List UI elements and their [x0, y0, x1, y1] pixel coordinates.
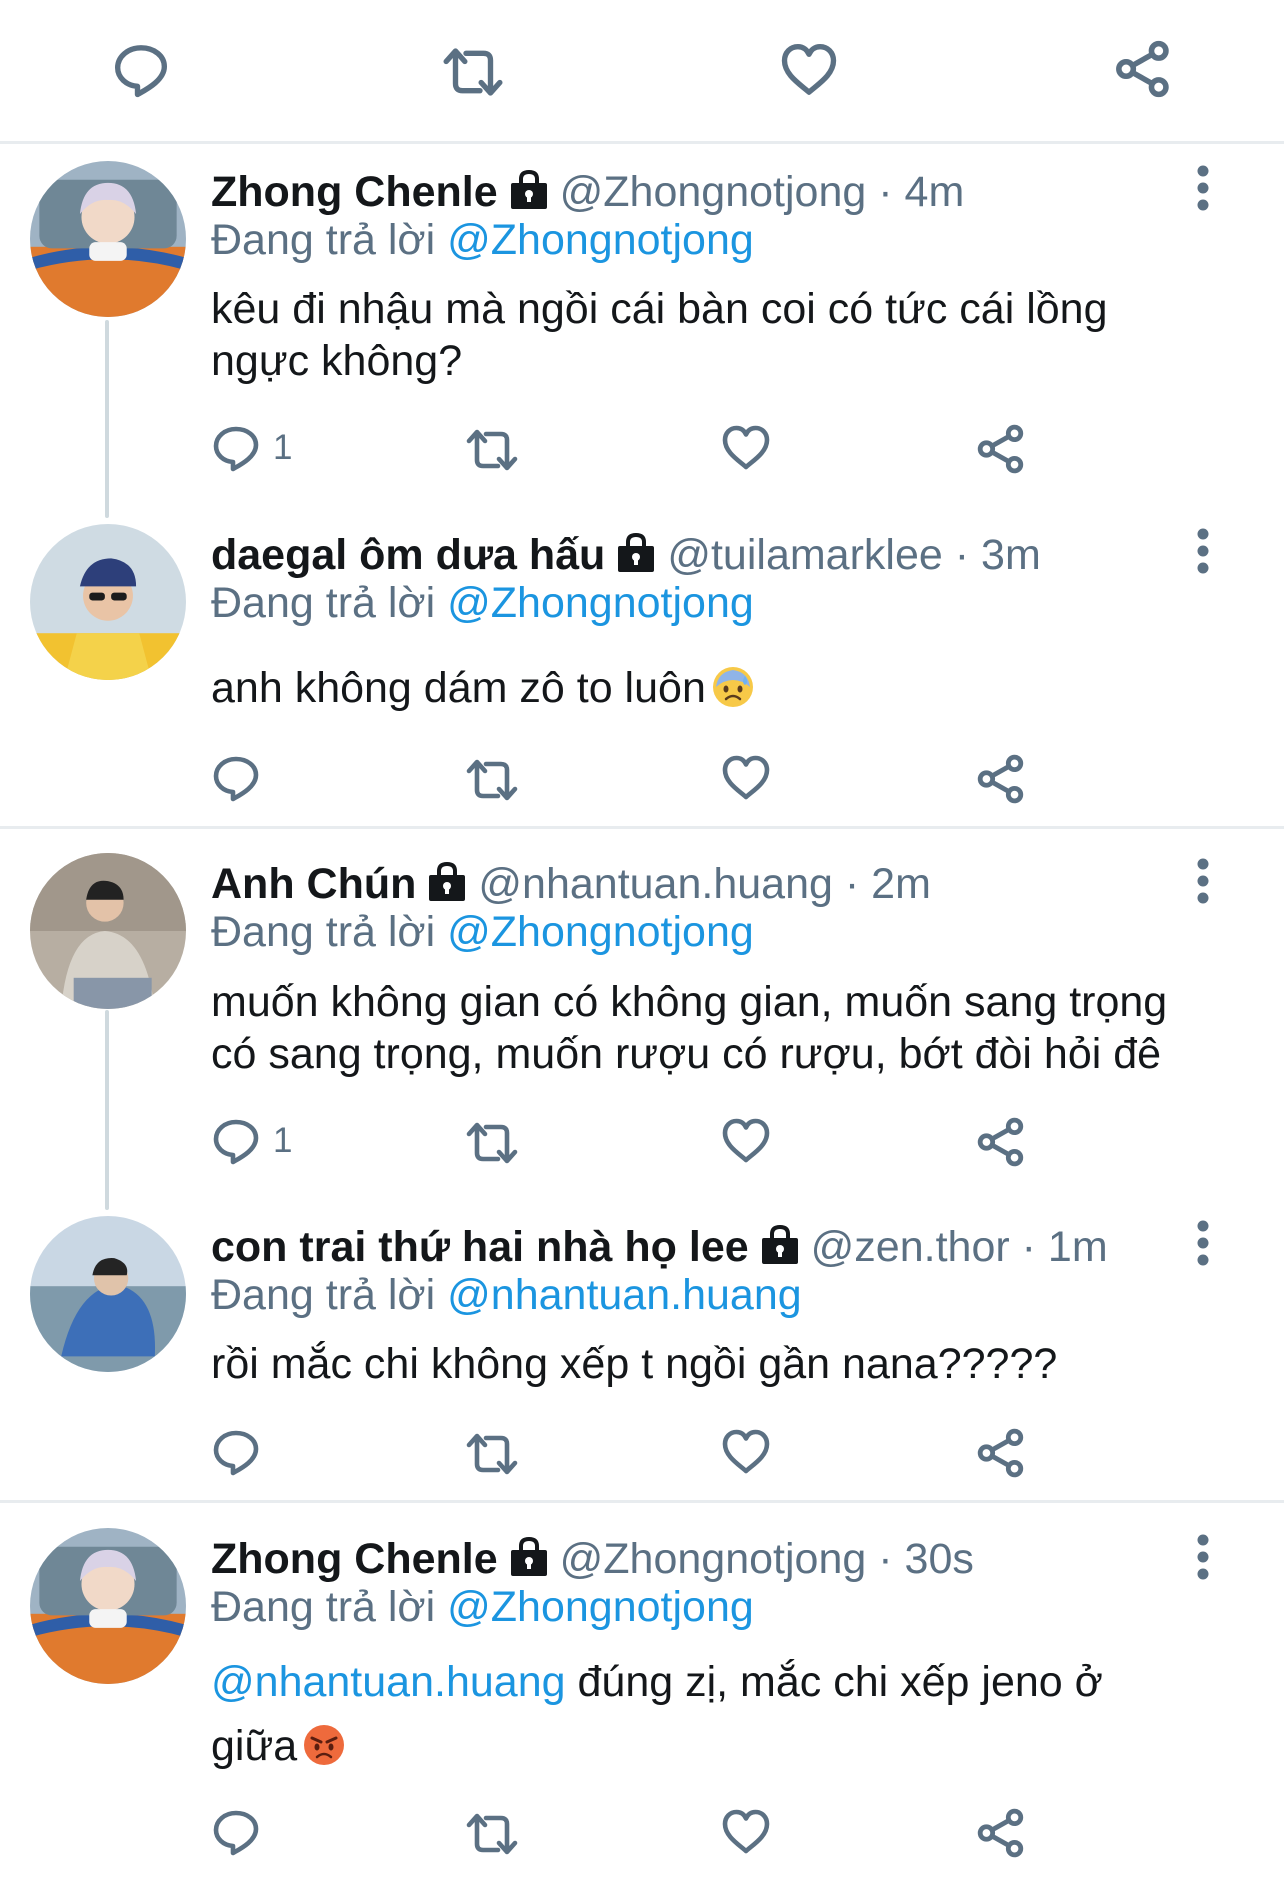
display-name[interactable]: Zhong Chenle — [211, 1535, 498, 1583]
reply-icon[interactable] — [212, 754, 260, 802]
separator-dot: · — [1021, 1223, 1036, 1271]
like-icon[interactable] — [722, 1117, 770, 1165]
display-name[interactable]: con trai thứ hai nhà họ lee — [211, 1223, 749, 1271]
share-icon[interactable] — [976, 1117, 1026, 1167]
replying-label: Đang trả lời — [211, 908, 436, 956]
lock-icon — [510, 1537, 548, 1577]
thread-line — [105, 320, 109, 518]
reply-icon[interactable] — [212, 1428, 260, 1476]
retweet-icon[interactable] — [440, 44, 506, 100]
reply-mention-link[interactable]: @Zhongnotjong — [447, 908, 754, 956]
divider — [0, 141, 1284, 144]
tweet-text: đúng zị, mắc chi xếp jeno ở — [577, 1658, 1103, 1706]
replying-to: Đang trả lời @Zhongnotjong — [211, 577, 754, 629]
lock-icon — [510, 170, 548, 210]
handle[interactable]: @zen.thor — [811, 1223, 1010, 1271]
tweet-header: Zhong Chenle @Zhongnotjong · 30s — [211, 1533, 974, 1585]
separator-dot: · — [954, 531, 970, 579]
lock-icon — [428, 862, 466, 902]
tweet-text: kêu đi nhậu mà ngồi cái bàn coi có tức c… — [211, 285, 1108, 385]
share-icon[interactable] — [976, 1808, 1026, 1858]
separator-dot: · — [878, 1535, 893, 1583]
replying-to: Đang trả lời @nhantuan.huang — [211, 1269, 802, 1321]
divider — [0, 826, 1284, 829]
tweet-header: Anh Chún @nhantuan.huang · 2m — [211, 858, 931, 910]
avatar[interactable] — [30, 524, 186, 680]
handle[interactable]: @tuilamarklee — [667, 531, 942, 579]
tweet-text: rồi mắc chi không xếp t ngồi gần nana???… — [211, 1340, 1058, 1388]
retweet-icon[interactable] — [464, 1119, 520, 1167]
more-options-icon[interactable] — [1196, 858, 1210, 904]
display-name[interactable]: Anh Chún — [211, 860, 416, 908]
reply-mention-link[interactable]: @Zhongnotjong — [447, 579, 754, 627]
tweet-text: giữa — [211, 1722, 298, 1770]
tweet-text: anh không dám zô to luôn — [211, 664, 706, 712]
retweet-icon[interactable] — [464, 426, 520, 474]
like-icon[interactable] — [722, 754, 770, 802]
like-icon[interactable] — [722, 424, 770, 472]
tweet-header: Zhong Chenle @Zhongnotjong · 4m — [211, 166, 964, 218]
replying-label: Đang trả lời — [211, 1271, 436, 1319]
reply-count: 1 — [273, 428, 293, 467]
tweet-text-block: anh không dám zô to luôn — [211, 662, 1211, 714]
handle[interactable]: @Zhongnotjong — [560, 168, 867, 216]
like-icon[interactable] — [722, 1808, 770, 1856]
separator-dot: · — [878, 168, 893, 216]
divider — [0, 1500, 1284, 1503]
share-icon[interactable] — [976, 1428, 1026, 1478]
timestamp: 3m — [981, 531, 1041, 579]
share-icon[interactable] — [1114, 40, 1172, 98]
angry-face-emoji — [303, 1720, 345, 1762]
more-options-icon[interactable] — [1196, 165, 1210, 211]
more-options-icon[interactable] — [1196, 1534, 1210, 1580]
retweet-icon[interactable] — [464, 1810, 520, 1858]
replying-to: Đang trả lời @Zhongnotjong — [211, 906, 754, 958]
display-name[interactable]: daegal ôm dưa hấu — [211, 531, 605, 579]
reply-icon[interactable] — [212, 1117, 260, 1165]
text-mention-link[interactable]: @nhantuan.huang — [211, 1658, 566, 1706]
share-icon[interactable] — [976, 754, 1026, 804]
reply-count: 1 — [273, 1121, 293, 1160]
thread-line — [105, 1010, 109, 1210]
timestamp: 4m — [904, 168, 965, 216]
replying-to: Đang trả lời @Zhongnotjong — [211, 1581, 754, 1633]
replying-label: Đang trả lời — [211, 579, 436, 627]
avatar[interactable] — [30, 853, 186, 1009]
lock-icon — [761, 1225, 799, 1265]
reply-mention-link[interactable]: @Zhongnotjong — [447, 1583, 754, 1631]
tweet-text-block: @nhantuan.huang đúng zị, mắc chi xếp jen… — [211, 1650, 1211, 1778]
display-name[interactable]: Zhong Chenle — [211, 168, 498, 216]
tweet-text: muốn không gian có không gian, muốn sang… — [211, 978, 1168, 1078]
like-icon[interactable] — [722, 1428, 770, 1476]
more-options-icon[interactable] — [1196, 528, 1210, 574]
replying-label: Đang trả lời — [211, 1583, 436, 1631]
like-icon[interactable] — [780, 42, 838, 98]
top-action-bar — [0, 0, 1284, 142]
reply-icon[interactable] — [212, 424, 260, 472]
timestamp: 1m — [1047, 1223, 1108, 1271]
sad-sweat-emoji — [712, 666, 754, 708]
tweet-header: daegal ôm dưa hấu @tuilamarklee · 3m — [211, 529, 1041, 581]
separator-dot: · — [844, 860, 860, 908]
handle[interactable]: @Zhongnotjong — [560, 1535, 867, 1583]
avatar[interactable] — [30, 161, 186, 317]
timestamp: 2m — [871, 860, 931, 908]
timestamp: 30s — [904, 1535, 974, 1583]
reply-icon[interactable] — [113, 42, 169, 98]
retweet-icon[interactable] — [464, 1430, 520, 1478]
lock-icon — [617, 533, 655, 573]
avatar[interactable] — [30, 1216, 186, 1372]
reply-mention-link[interactable]: @Zhongnotjong — [447, 216, 754, 264]
share-icon[interactable] — [976, 424, 1026, 474]
handle[interactable]: @nhantuan.huang — [478, 860, 833, 908]
replying-to: Đang trả lời @Zhongnotjong — [211, 214, 754, 266]
reply-icon[interactable] — [212, 1808, 260, 1856]
more-options-icon[interactable] — [1196, 1220, 1210, 1266]
tweet-header: con trai thứ hai nhà họ lee @zen.thor · 1… — [211, 1221, 1108, 1273]
retweet-icon[interactable] — [464, 756, 520, 804]
replying-label: Đang trả lời — [211, 216, 436, 264]
reply-mention-link[interactable]: @nhantuan.huang — [447, 1271, 802, 1319]
avatar[interactable] — [30, 1528, 186, 1684]
